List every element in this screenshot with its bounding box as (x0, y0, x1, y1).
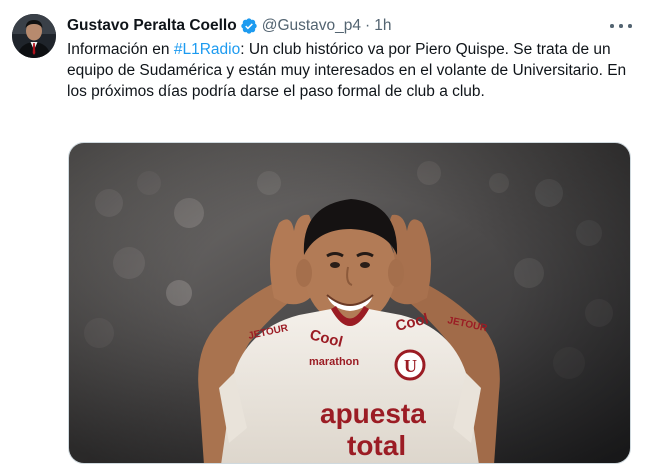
tweet-card: Gustavo Peralta Coello @Gustavo_p4 · 1h … (0, 0, 654, 472)
timestamp[interactable]: 1h (374, 16, 391, 36)
tweet-header: Gustavo Peralta Coello @Gustavo_p4 · 1h (67, 16, 391, 36)
dot-icon (628, 24, 632, 28)
marathon-logo: marathon (309, 356, 359, 368)
separator-dot: · (365, 17, 371, 34)
verified-badge-icon (240, 17, 258, 35)
avatar-image (12, 14, 56, 58)
author-handle[interactable]: @Gustavo_p4 (262, 16, 361, 36)
author-name[interactable]: Gustavo Peralta Coello (67, 16, 237, 36)
avatar[interactable] (12, 14, 56, 58)
dot-icon (610, 24, 614, 28)
tweet-text-intro: Información en (67, 41, 174, 58)
main-sponsor-line1: apuesta (320, 398, 426, 429)
tweet-text: Información en #L1Radio: Un club históri… (67, 39, 627, 102)
hashtag-link[interactable]: #L1Radio (174, 41, 240, 58)
main-sponsor-line2: total (347, 430, 406, 461)
dot-icon (619, 24, 623, 28)
more-options-icon[interactable] (610, 16, 632, 36)
club-crest-letter: U (404, 356, 417, 376)
player-photo: JETOUR JETOUR Cool Cool marathon U apues… (69, 143, 630, 463)
tweet-photo[interactable]: JETOUR JETOUR Cool Cool marathon U apues… (68, 142, 631, 464)
